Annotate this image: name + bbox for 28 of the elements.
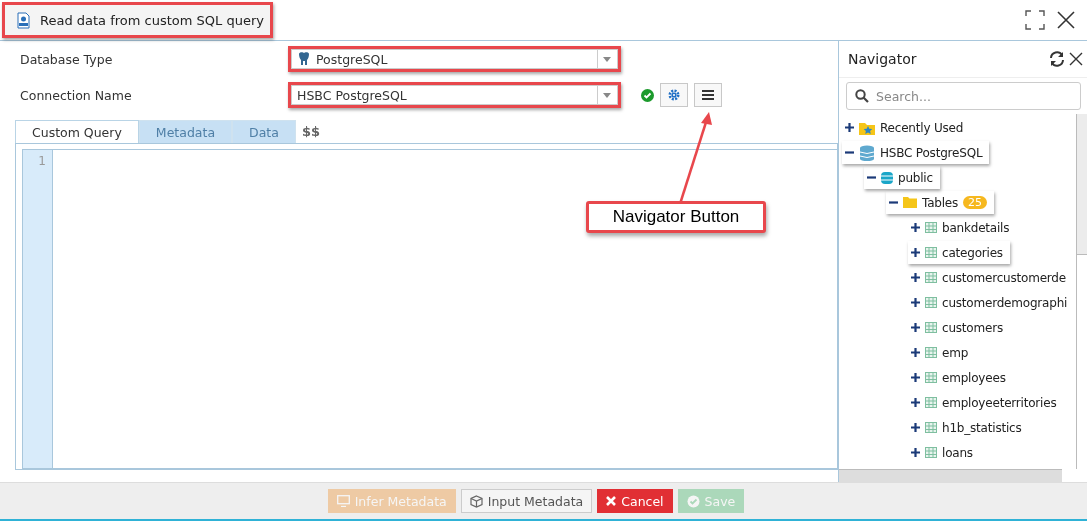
callout-label: Navigator Button (586, 201, 766, 233)
search-field[interactable]: Search... (846, 82, 1081, 110)
field-label: Database Type (20, 51, 114, 67)
tree-item[interactable]: customerdemographi (908, 291, 1075, 314)
panel-title: Navigator (848, 51, 918, 67)
tree-item[interactable]: categories (908, 241, 1010, 264)
tree-item[interactable]: public (864, 166, 940, 189)
tree-item[interactable]: customers (908, 316, 1010, 339)
tree-item[interactable]: emp (908, 341, 976, 364)
count-badge: 25 (963, 196, 988, 209)
window-title: Read data from custom SQL query (2, 2, 273, 38)
action-button[interactable]: Input Metadata (460, 489, 593, 513)
tree-item[interactable]: HSBC PostgreSQL (842, 141, 990, 164)
tree-item[interactable]: loans (908, 441, 980, 464)
tree-item[interactable]: employees (908, 366, 1013, 389)
dropdown-field[interactable]: HSBC PostgreSQL (288, 82, 621, 108)
tree-item[interactable]: h1b_statistics (908, 416, 1029, 439)
tree-item[interactable]: bankdetails (908, 216, 1017, 239)
tree-item[interactable]: employeeterritories (908, 391, 1064, 414)
dollar-sign-label: $$ (301, 123, 320, 139)
dropdown-field[interactable]: PostgreSQL (288, 46, 621, 72)
line-number: 1 (37, 154, 46, 168)
tab[interactable]: Custom Query (15, 120, 139, 143)
tree-item[interactable]: customercustomerde (908, 266, 1073, 289)
field-label: Connection Name (20, 87, 133, 103)
action-button[interactable]: Cancel (597, 489, 673, 513)
tree-item[interactable]: Tables 25 (886, 191, 995, 214)
tree-item[interactable]: Recently Used (842, 116, 971, 139)
